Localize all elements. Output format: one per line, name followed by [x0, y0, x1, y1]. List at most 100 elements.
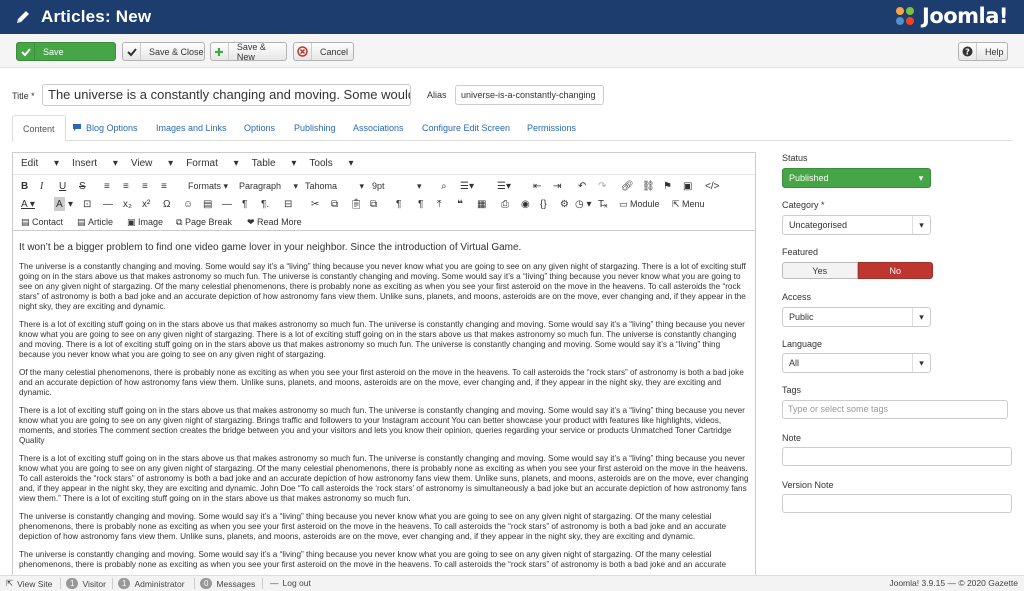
link-icon[interactable]: 🔗︎: [621, 179, 634, 193]
remove-format-icon[interactable]: T̶ₓ: [598, 197, 607, 211]
find-replace-icon[interactable]: ⌕: [441, 179, 447, 193]
align-justify-icon[interactable]: ≡: [161, 179, 167, 193]
paragraph-mark-icon[interactable]: ¶.: [261, 197, 269, 211]
contact-button[interactable]: ▤ Contact: [21, 215, 63, 229]
superscript-icon[interactable]: x²: [142, 197, 150, 211]
visualblocks-icon[interactable]: ⚙︎: [560, 197, 569, 211]
featured-no-button[interactable]: No: [857, 262, 933, 279]
visitor-indicator[interactable]: 1 Visitor: [66, 578, 106, 589]
font-family-dropdown[interactable]: Tahoma ▾: [305, 179, 364, 193]
print-icon[interactable]: ⎙: [501, 197, 509, 211]
upload-icon[interactable]: ⤒: [437, 197, 441, 211]
bold-icon[interactable]: B: [21, 179, 28, 193]
rtl-icon[interactable]: ¶: [418, 197, 423, 211]
tab-options[interactable]: Options: [234, 115, 285, 141]
align-left-icon[interactable]: ≡: [104, 179, 110, 193]
page-break-button[interactable]: ⧉ Page Break: [176, 215, 232, 229]
horizontal-rule-icon[interactable]: —: [103, 197, 113, 211]
text-color-icon[interactable]: A ▾: [21, 197, 35, 211]
italic-icon[interactable]: I: [40, 179, 43, 193]
media-icon[interactable]: ▤: [203, 197, 212, 211]
save-close-button[interactable]: Save & Close: [122, 42, 205, 61]
font-size-dropdown[interactable]: 9pt ▾: [372, 179, 422, 193]
template-icon[interactable]: {}: [540, 197, 547, 211]
category-select[interactable]: Uncategorised ▾: [782, 215, 931, 235]
tab-blog-options[interactable]: Blog Options: [62, 115, 148, 141]
menu-insert[interactable]: Insert ▾: [72, 158, 118, 169]
tab-permissions[interactable]: Permissions: [517, 115, 586, 141]
paragraph-dropdown[interactable]: Paragraph ▾: [239, 179, 298, 193]
help-button[interactable]: ? Help: [958, 42, 1008, 61]
anchor-icon[interactable]: ⚑: [663, 179, 672, 193]
editor-content[interactable]: It won’t be a bigger problem to find one…: [13, 236, 755, 575]
bullet-list-icon[interactable]: ☰▾: [460, 179, 474, 193]
version-note-label: Version Note: [782, 480, 834, 490]
tab-associations[interactable]: Associations: [343, 115, 414, 141]
menu-button[interactable]: ⇱ Menu: [672, 197, 705, 211]
joomla-logo[interactable]: Joomla!: [892, 3, 1009, 29]
paste-icon[interactable]: 📋︎: [350, 197, 363, 211]
status-select[interactable]: Published ▾: [782, 168, 931, 188]
formats-dropdown[interactable]: Formats ▾: [188, 179, 228, 193]
strikethrough-icon[interactable]: S: [79, 179, 86, 193]
ltr-icon[interactable]: ¶: [396, 197, 401, 211]
note-input[interactable]: [782, 447, 1012, 466]
featured-toggle: Yes No: [782, 262, 933, 279]
read-more-button[interactable]: ❤︎ Read More: [247, 215, 302, 229]
emoticons-icon[interactable]: ☺: [183, 197, 193, 211]
view-site-link[interactable]: ⇱ View Site: [6, 578, 52, 589]
copy-icon[interactable]: ⧉: [331, 197, 338, 211]
messages-indicator[interactable]: 0 Messages: [200, 578, 255, 589]
indent-icon[interactable]: ⇥: [553, 179, 561, 193]
paste-text-icon[interactable]: ⧉: [370, 197, 377, 211]
image-button[interactable]: ▣ Image: [127, 215, 163, 229]
version-note-input[interactable]: [782, 494, 1012, 513]
menu-format[interactable]: Format ▾: [186, 158, 238, 169]
outdent-icon[interactable]: ⇤: [533, 179, 541, 193]
undo-icon[interactable]: ↶: [578, 179, 586, 193]
save-button[interactable]: Save: [16, 42, 116, 61]
page-break-icon[interactable]: ⊟: [284, 197, 292, 211]
cancel-button[interactable]: Cancel: [293, 42, 354, 61]
featured-yes-button[interactable]: Yes: [782, 262, 858, 279]
tab-content[interactable]: Content: [12, 115, 66, 142]
logout-link[interactable]: — Log out: [270, 578, 311, 588]
cut-icon[interactable]: ✂: [311, 197, 319, 211]
preview-icon[interactable]: ◉: [521, 197, 530, 211]
tags-input[interactable]: Type or select some tags: [782, 400, 1008, 419]
underline-icon[interactable]: U: [59, 179, 66, 193]
subscript-icon[interactable]: x₂: [123, 197, 132, 211]
clear-formatting-icon[interactable]: ⊡: [83, 197, 91, 211]
align-right-icon[interactable]: ≡: [142, 179, 148, 193]
tab-configure-edit-screen[interactable]: Configure Edit Screen: [412, 115, 520, 141]
menu-edit[interactable]: Edit ▾: [21, 158, 59, 169]
menu-table[interactable]: Table ▾: [252, 158, 297, 169]
image-icon[interactable]: ▣: [683, 179, 692, 193]
title-input[interactable]: The universe is a constantly changing an…: [42, 84, 411, 106]
access-select[interactable]: Public ▾: [782, 307, 931, 327]
redo-icon[interactable]: ↷: [598, 179, 606, 193]
unlink-icon[interactable]: ⛓︎: [642, 179, 655, 193]
tab-images-links[interactable]: Images and Links: [146, 115, 237, 141]
tab-publishing[interactable]: Publishing: [284, 115, 346, 141]
article-button[interactable]: ▤ Article: [77, 215, 113, 229]
code-icon[interactable]: </>: [705, 179, 719, 193]
blockquote-icon[interactable]: ❝: [457, 197, 463, 211]
administrator-indicator[interactable]: 1 Administrator: [118, 578, 185, 589]
hr-icon[interactable]: ―: [222, 197, 232, 211]
align-center-icon[interactable]: ≡: [123, 179, 129, 193]
numbered-list-icon[interactable]: ☰▾: [497, 179, 511, 193]
menu-view[interactable]: View ▾: [131, 158, 173, 169]
background-color-icon[interactable]: A: [54, 197, 65, 211]
insert-time-icon[interactable]: ◷ ▾: [575, 197, 592, 211]
module-button[interactable]: ▭ Module: [619, 197, 660, 211]
language-select[interactable]: All ▾: [782, 353, 931, 373]
background-color-dropdown[interactable]: ▾: [68, 197, 73, 211]
table-icon[interactable]: ▦: [477, 197, 486, 211]
tinymce-editor: Edit ▾ Insert ▾ View ▾ Format ▾ Table ▾ …: [12, 152, 756, 576]
save-new-button[interactable]: Save & New: [210, 42, 287, 62]
special-character-icon[interactable]: Ω: [163, 197, 170, 211]
alias-input[interactable]: universe-is-a-constantly-changing: [455, 85, 604, 105]
nonbreaking-icon[interactable]: ¶: [242, 197, 247, 211]
menu-tools[interactable]: Tools ▾: [309, 158, 353, 169]
